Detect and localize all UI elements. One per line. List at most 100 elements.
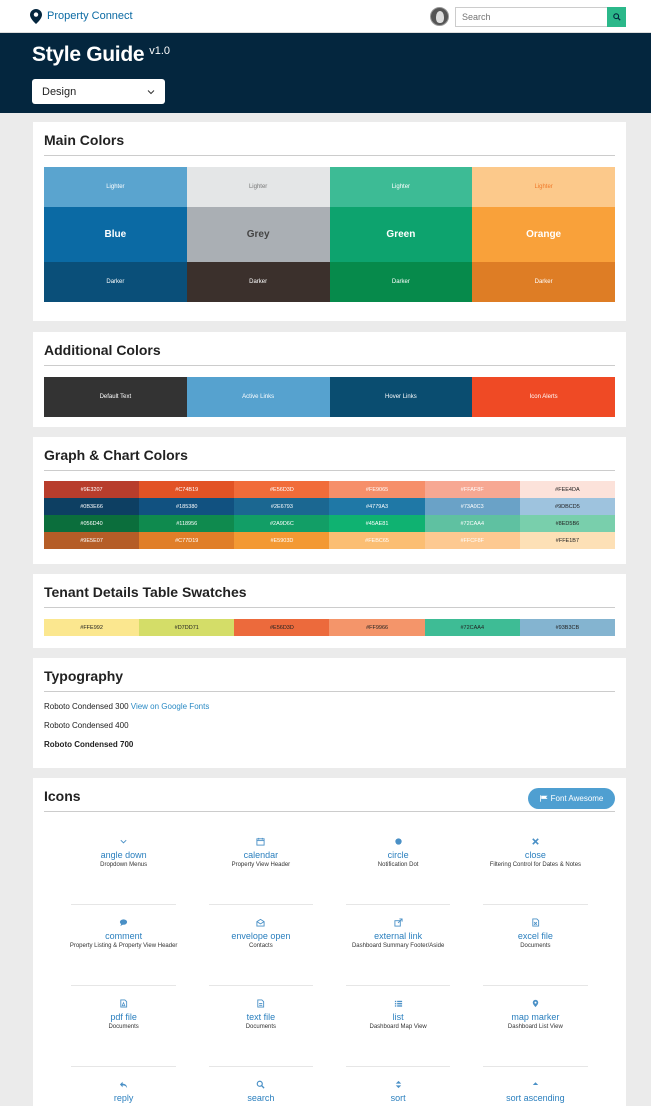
additional-colors-grid: Default Text Active Links Hover Links Icon … — [44, 377, 615, 417]
main-colors-panel: Main Colors Lighter Lighter Lighter Lighter… — [33, 122, 626, 321]
main-colors-grid: Lighter Lighter Lighter Lighter Blue Grey Gree… — [44, 167, 615, 302]
chart-color-swatch: #FE9065 — [329, 481, 425, 498]
icon-name: calendar — [243, 850, 279, 860]
icon-name: sort — [390, 1093, 406, 1103]
chart-color-swatch: #8ED5B6 — [519, 515, 615, 532]
typography-regular: Roboto Condensed 400 — [44, 721, 129, 730]
icon-name: pdf file — [110, 1012, 137, 1022]
icon-card: close Filtering Control for Dates & Notes — [467, 824, 604, 905]
chart-color-swatch: #9E5E07 — [44, 532, 140, 549]
chart-color-swatch: #9DBCD5 — [519, 498, 615, 515]
search-button[interactable] — [607, 7, 626, 27]
tenant-swatches-grid: #FFE992 #D7DD71 #E56D3D #FF9966 #72CAA4 #93B3… — [44, 619, 615, 636]
chart-color-swatch: #FFE1B7 — [519, 532, 615, 549]
icon-name: close — [524, 850, 546, 860]
color-swatch-lighter: Lighter — [329, 167, 473, 207]
chart-color-swatch: #FEBC65 — [329, 532, 425, 549]
search-icon — [612, 13, 621, 21]
color-swatch-darker: Darker — [44, 262, 187, 302]
color-swatch-main: Blue — [44, 207, 187, 262]
top-bar: Property Connect — [0, 0, 651, 33]
section-select[interactable]: Design — [32, 79, 165, 104]
icon-description: Documents — [520, 943, 551, 949]
icon-card: envelope open Contacts — [192, 905, 329, 986]
map-marker-logo-icon — [30, 8, 42, 24]
google-fonts-link[interactable]: View on Google Fonts — [131, 702, 210, 711]
tenant-swatch: #72CAA4 — [424, 619, 520, 636]
tenant-swatch: #FF9966 — [329, 619, 425, 636]
icon-card: circle Notification Dot — [330, 824, 467, 905]
icon-card: map marker Dashboard List View — [467, 986, 604, 1067]
avatar[interactable] — [430, 7, 449, 26]
font-awesome-button[interactable]: Font Awesome — [528, 788, 615, 809]
chart-color-swatch: #FFAF8F — [424, 481, 520, 498]
chart-color-swatch: #C77D19 — [139, 532, 235, 549]
icon-card: calendar Property View Header — [192, 824, 329, 905]
icon-description: Dashboard List View — [507, 1024, 563, 1030]
flag-icon — [539, 795, 548, 802]
icons-grid: angle down Dropdown Menus calendar Property… — [44, 824, 615, 1106]
chart-color-swatch: #E56D3D — [234, 481, 330, 498]
tenant-swatch: #93B3CB — [519, 619, 615, 636]
map-marker-icon — [530, 998, 541, 1009]
color-swatch-darker: Darker — [472, 262, 615, 302]
chart-color-swatch: #118956 — [139, 515, 235, 532]
icon-name: text file — [246, 1012, 276, 1022]
tenant-swatch: #FFE992 — [44, 619, 140, 636]
icon-description: Dashboard Map View — [369, 1024, 427, 1030]
chart-color-swatch: #0B3E66 — [44, 498, 140, 515]
graph-colors-heading: Graph & Chart Colors — [44, 437, 615, 471]
search-input[interactable] — [455, 7, 607, 27]
tenant-swatches-panel: Tenant Details Table Swatches #FFE992 #D7… — [33, 574, 626, 648]
chart-color-swatch: #C74B19 — [139, 481, 235, 498]
search-box — [455, 7, 626, 27]
icon-name: excel file — [517, 931, 553, 941]
color-swatch: Default Text — [44, 377, 187, 417]
icons-panel: Icons Font Awesome angle down Dropdown Me… — [33, 778, 626, 1106]
typography-heading: Typography — [44, 658, 615, 692]
graph-colors-grid: #9E3207 #C74B19 #E56D3D #FE9065 #FFAF8F #FEE4… — [44, 481, 615, 549]
additional-colors-panel: Additional Colors Default Text Active Lin… — [33, 332, 626, 427]
font-awesome-label: Font Awesome — [550, 794, 604, 803]
typography-light: Roboto Condensed 300 View on Google Font… — [44, 702, 615, 711]
icon-description: Filtering Control for Dates & Notes — [489, 862, 582, 868]
chart-color-swatch: #45AE81 — [329, 515, 425, 532]
icon-name: angle down — [100, 850, 147, 860]
icon-card: search — [192, 1067, 329, 1106]
typography-bold: Roboto Condensed 700 — [44, 740, 134, 749]
chart-color-swatch: #72CAA4 — [424, 515, 520, 532]
page-header: Style Guide v1.0 Design — [0, 33, 651, 113]
icon-card: external link Dashboard Summary Footer/As… — [330, 905, 467, 986]
section-select-value: Design — [42, 85, 77, 98]
icon-name: search — [247, 1093, 275, 1103]
list-icon — [393, 998, 404, 1009]
reply-icon — [118, 1079, 129, 1090]
envelope-open-icon — [255, 917, 266, 928]
icon-name: envelope open — [231, 931, 291, 941]
external-link-icon — [393, 917, 404, 928]
icon-card: comment Property Listing & Property View … — [55, 905, 192, 986]
tenant-swatch: #E56D3D — [234, 619, 330, 636]
icon-name: external link — [374, 931, 423, 941]
brand[interactable]: Property Connect — [30, 8, 133, 24]
color-swatch: Icon Alerts — [472, 377, 615, 417]
color-swatch-darker: Darker — [329, 262, 473, 302]
icon-card: sort — [330, 1067, 467, 1106]
close-icon — [530, 836, 541, 847]
pdf-file-icon — [118, 998, 129, 1009]
icon-description: Documents — [108, 1024, 139, 1030]
icon-description: Property Listing & Property View Header — [69, 943, 178, 949]
sort-icon — [393, 1079, 404, 1090]
chevron-down-icon — [147, 89, 155, 94]
icon-card: sort ascending — [467, 1067, 604, 1106]
chart-color-swatch: #FFCF8F — [424, 532, 520, 549]
icon-name: comment — [105, 931, 143, 941]
icon-name: list — [392, 1012, 404, 1022]
chart-color-swatch: #9E3207 — [44, 481, 140, 498]
icon-description: Contacts — [249, 943, 273, 949]
search-icon — [255, 1079, 266, 1090]
angle-down-icon — [118, 836, 129, 847]
typography-light-label: Roboto Condensed 300 — [44, 702, 129, 711]
icon-name: map marker — [511, 1012, 560, 1022]
chart-color-swatch: #FEE4DA — [519, 481, 615, 498]
